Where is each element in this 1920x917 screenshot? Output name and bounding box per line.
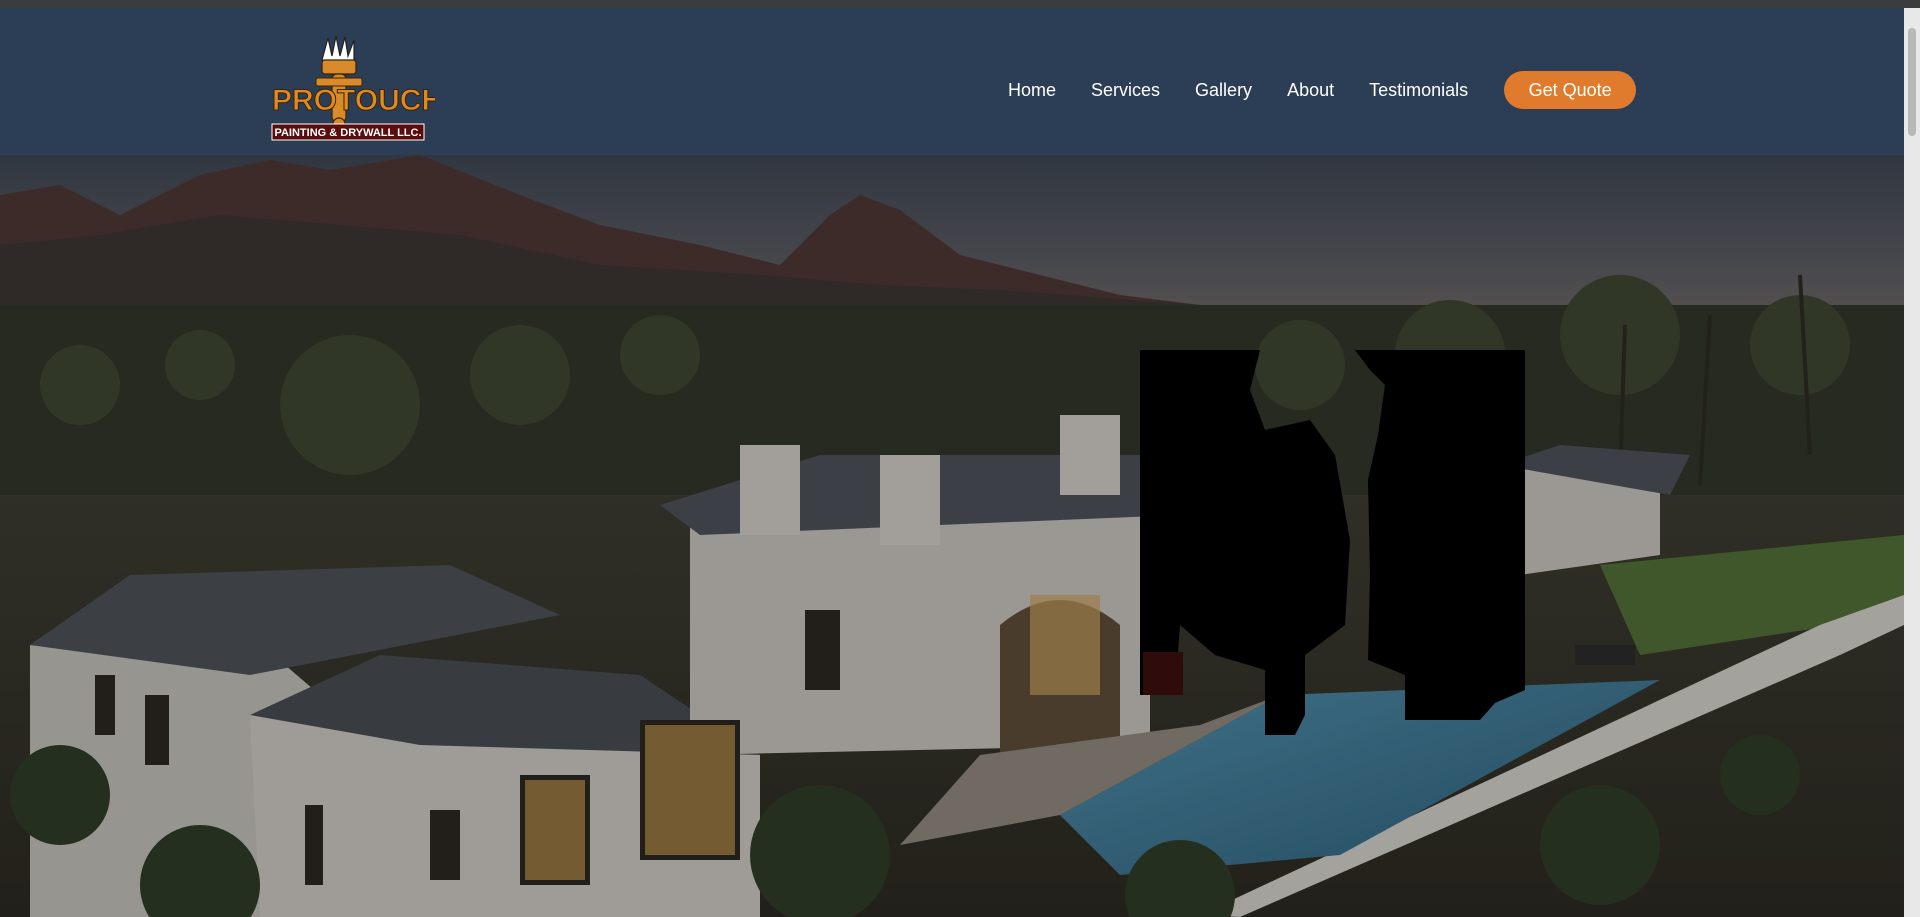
nav-home[interactable]: Home	[1008, 80, 1056, 101]
main-nav: Home Services Gallery About Testimonials…	[1008, 71, 1637, 109]
logo-wordmark: PROTOUCH	[272, 84, 435, 117]
paint-brush-icon: PROTOUCH PAINTING & DRYWALL LLC.	[271, 35, 435, 141]
site-header: PROTOUCH PAINTING & DRYWALL LLC. Home Se…	[0, 8, 1904, 155]
nav-gallery[interactable]: Gallery	[1195, 80, 1252, 101]
browser-top-edge	[0, 0, 1920, 8]
brand-logo[interactable]: PROTOUCH PAINTING & DRYWALL LLC.	[270, 34, 435, 144]
nav-services[interactable]: Services	[1091, 80, 1160, 101]
logo-subtitle: PAINTING & DRYWALL LLC.	[274, 127, 421, 139]
hero-house-photo	[0, 155, 1904, 917]
hero-image	[0, 155, 1904, 917]
get-quote-button[interactable]: Get Quote	[1504, 71, 1637, 109]
page-scrollbar[interactable]	[1904, 8, 1920, 917]
nav-about[interactable]: About	[1287, 80, 1334, 101]
scrollbar-thumb[interactable]	[1908, 28, 1916, 136]
nav-testimonials[interactable]: Testimonials	[1369, 80, 1468, 101]
